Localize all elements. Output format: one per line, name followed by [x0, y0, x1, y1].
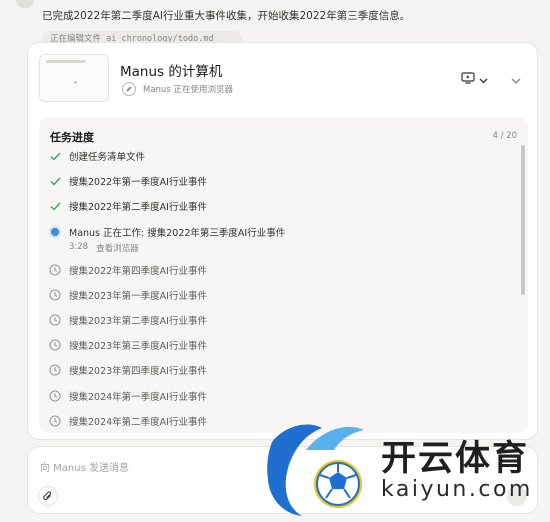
task-list: 创建任务清单文件 搜集2022年第一季度AI行业事件 搜集2022年第二季度AI… — [49, 149, 509, 433]
task-item: 搜集2024年第一季度AI行业事件 — [49, 389, 509, 414]
task-item: 搜集2022年第一季度AI行业事件 — [49, 174, 509, 199]
computer-panel: Manus 的计算机 Manus 正在使用浏览器 任务进度 4 / 20 创建任… — [27, 42, 538, 440]
check-icon — [49, 150, 61, 162]
clock-icon — [49, 289, 61, 301]
current-task-label: Manus 正在工作: 搜集2022年第三季度AI行业事件 — [69, 227, 286, 239]
task-label: 搜集2023年第一季度AI行业事件 — [69, 290, 207, 302]
compass-icon — [122, 82, 136, 96]
paperclip-icon — [43, 487, 53, 506]
task-label: 搜集2022年第二季度AI行业事件 — [69, 202, 207, 214]
status-message: 已完成2022年第二季度AI行业重大事件收集，开始收集2022年第三季度信息。 — [42, 10, 411, 22]
computer-subtitle: Manus 正在使用浏览器 — [122, 82, 233, 96]
current-task: Manus 正在工作: 搜集2022年第三季度AI行业事件 3:28 查看浏览器 — [49, 225, 509, 263]
chevron-down-icon — [511, 70, 521, 89]
current-task-time: 3:28 — [69, 241, 89, 252]
in-progress-icon — [49, 226, 61, 238]
progress-title: 任务进度 — [50, 131, 94, 144]
view-browser-link[interactable]: 查看浏览器 — [96, 242, 139, 254]
progress-count: 4 / 20 — [492, 131, 518, 141]
browser-thumbnail[interactable] — [39, 54, 109, 102]
task-item: 搜集2022年第四季度AI行业事件 — [49, 263, 509, 288]
watermark-text-en: kaiyun.com — [381, 477, 533, 502]
task-item: 搜集2023年第二季度AI行业事件 — [49, 313, 509, 338]
task-label: 搜集2023年第二季度AI行业事件 — [69, 315, 207, 327]
chevron-down-icon — [479, 69, 488, 88]
clock-icon — [49, 339, 61, 351]
task-item: 创建任务清单文件 — [49, 149, 509, 174]
task-item: 搜集2022年第二季度AI行业事件 — [49, 199, 509, 224]
clock-icon — [49, 264, 61, 276]
attach-button[interactable] — [38, 486, 58, 506]
task-label: 创建任务清单文件 — [69, 152, 146, 163]
task-item: 搜集2023年第四季度AI行业事件 — [49, 363, 509, 388]
clock-icon — [49, 415, 61, 427]
monitor-icon — [461, 69, 475, 88]
avatar — [16, 0, 34, 8]
task-label: 搜集2022年第四季度AI行业事件 — [69, 265, 207, 277]
clock-icon — [49, 389, 61, 402]
computer-subtitle-text: Manus 正在使用浏览器 — [143, 85, 233, 95]
task-item: 搜集2023年第三季度AI行业事件 — [49, 338, 509, 363]
task-label: 搜集2024年第一季度AI行业事件 — [69, 391, 207, 403]
computer-title: Manus 的计算机 — [120, 64, 223, 80]
task-list-scrollbar[interactable] — [521, 145, 525, 295]
task-label: 搜集2022年第一季度AI行业事件 — [69, 177, 207, 189]
clock-icon — [49, 314, 61, 326]
message-input[interactable]: 向 Manus 发送消息 — [40, 459, 129, 474]
task-label: 搜集2023年第四季度AI行业事件 — [69, 366, 207, 378]
check-icon — [49, 200, 61, 212]
view-computer-button[interactable] — [461, 69, 488, 88]
computer-header: Manus 的计算机 Manus 正在使用浏览器 — [28, 43, 537, 111]
watermark-text-cn: 开云体育 — [381, 439, 530, 479]
check-icon — [49, 175, 61, 187]
task-label: 搜集2023年第三季度AI行业事件 — [69, 341, 207, 353]
clock-icon — [49, 364, 61, 376]
task-progress-box: 任务进度 4 / 20 创建任务清单文件 搜集2022年第一季度AI行业事件 搜… — [39, 117, 528, 433]
task-label: 搜集2024年第二季度AI行业事件 — [69, 416, 207, 428]
task-item: 搜集2023年第一季度AI行业事件 — [49, 288, 509, 313]
collapse-button[interactable] — [511, 70, 521, 89]
